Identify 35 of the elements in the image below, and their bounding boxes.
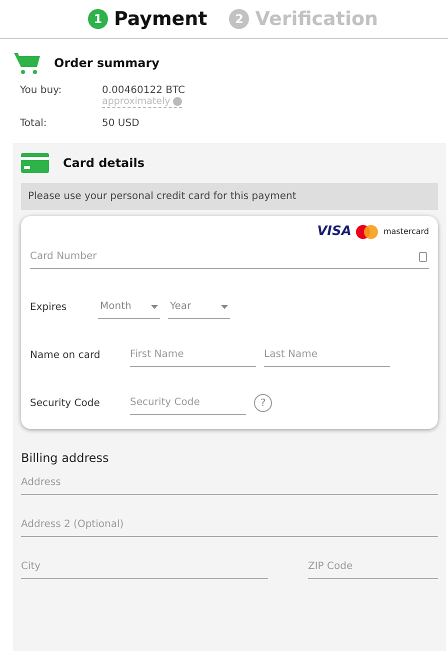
summary-value: 50 USD xyxy=(102,118,140,129)
approximately-hint[interactable]: approximately xyxy=(102,96,182,108)
caret-icon xyxy=(221,304,228,308)
step-tab[interactable]: 1 Payment xyxy=(88,8,208,30)
security-code-field[interactable]: Security Code xyxy=(130,391,246,415)
visa-logo: VISA xyxy=(317,224,352,239)
summary-value: 0.00460122 BTC xyxy=(102,85,185,96)
card-chip-icon xyxy=(419,252,427,262)
billing-title: Billing address xyxy=(21,451,110,465)
section-title: Order summary xyxy=(54,56,160,70)
zip-field[interactable]: ZIP Code xyxy=(308,555,438,579)
section-title: Card details xyxy=(63,156,145,170)
field-label: Expires xyxy=(30,302,68,312)
first-name-field[interactable]: First Name xyxy=(130,343,256,367)
address-field[interactable]: Address xyxy=(21,471,438,495)
month-select[interactable]: Month xyxy=(98,295,160,319)
step-number: 2 xyxy=(229,9,250,29)
year-select[interactable]: Year xyxy=(168,295,230,319)
step-tab[interactable]: 2 Verification xyxy=(229,8,378,30)
caret-icon xyxy=(151,304,158,308)
mastercard-circles-icon xyxy=(356,224,378,238)
summary-label: You buy: xyxy=(20,85,63,98)
cart-icon xyxy=(14,51,40,75)
field-label: Security Code xyxy=(30,398,101,408)
address-2-field[interactable]: Address 2 (Optional) xyxy=(21,513,438,537)
step-number: 1 xyxy=(88,9,108,29)
notice-text: Please use your personal credit card for this payment xyxy=(21,183,438,210)
help-icon[interactable]: ? xyxy=(254,394,272,412)
credit-card-icon xyxy=(21,153,49,173)
mastercard-logo: mastercard xyxy=(383,227,429,236)
last-name-field[interactable]: Last Name xyxy=(264,343,390,367)
summary-label: Total: xyxy=(20,118,48,129)
card-number-field[interactable]: Card Number xyxy=(30,245,429,269)
city-field[interactable]: City xyxy=(21,555,268,579)
field-label: Name on card xyxy=(30,350,102,360)
